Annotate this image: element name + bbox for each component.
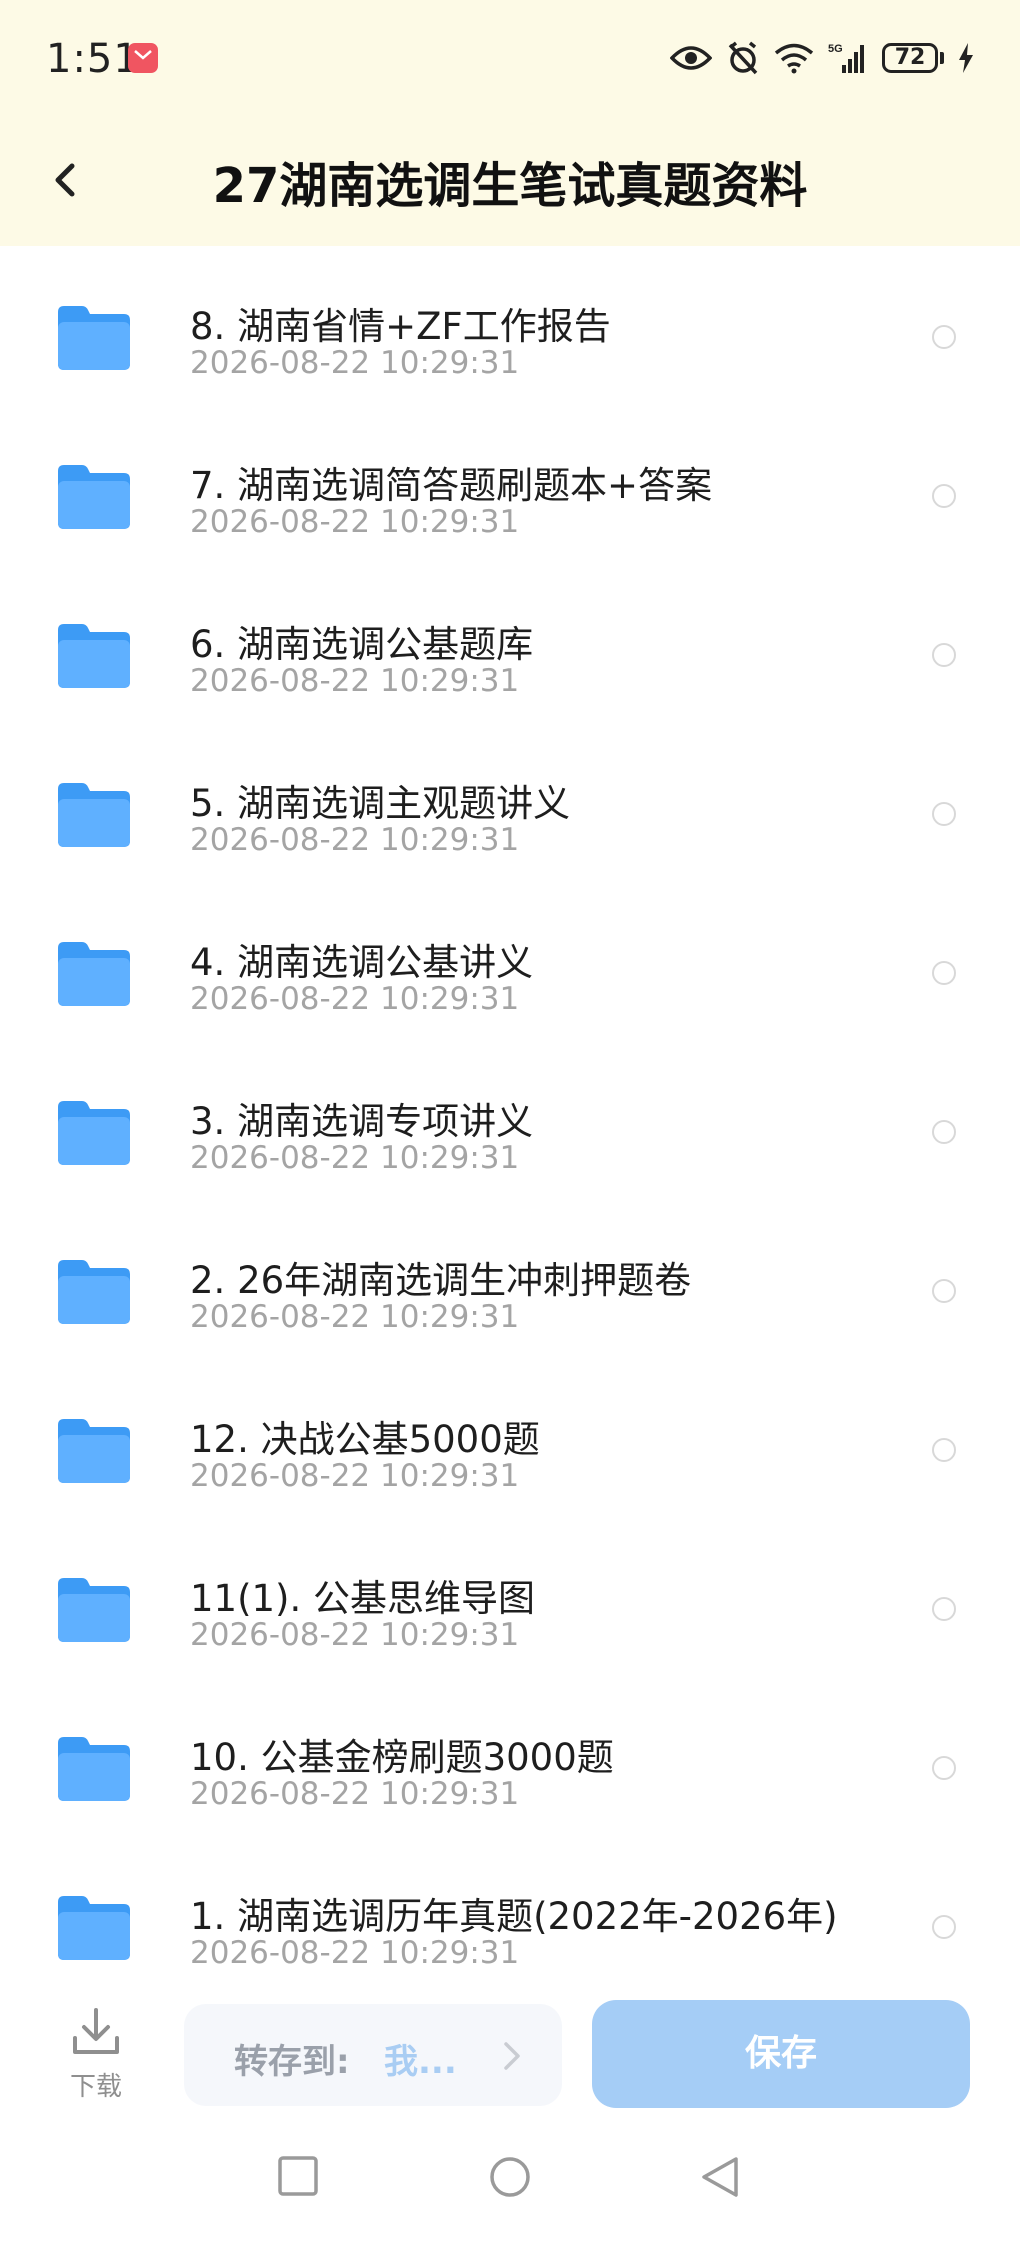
status-icons: 5G 72 xyxy=(670,38,974,78)
battery-icon: 72 xyxy=(882,43,944,73)
status-time: 1:51 xyxy=(46,36,140,82)
file-name: 5. 湖南选调主观题讲义 xyxy=(190,782,571,825)
folder-icon xyxy=(58,624,130,688)
file-name: 12. 决战公基5000题 xyxy=(190,1418,540,1461)
file-date: 2026-08-22 10:29:31 xyxy=(190,1140,520,1176)
select-radio[interactable] xyxy=(932,961,956,985)
file-date: 2026-08-22 10:29:31 xyxy=(190,822,520,858)
file-name: 4. 湖南选调公基讲义 xyxy=(190,941,534,984)
list-item[interactable]: 8. 湖南省情+ZF工作报告 2026-08-22 10:29:31 xyxy=(0,246,1020,405)
select-radio[interactable] xyxy=(932,1120,956,1144)
alarm-off-icon xyxy=(726,41,760,75)
select-radio[interactable] xyxy=(932,1597,956,1621)
list-item[interactable]: 11(1). 公基思维导图 2026-08-22 10:29:31 xyxy=(0,1518,1020,1677)
eye-icon xyxy=(670,44,712,72)
file-name: 2. 26年湖南选调生冲刺押题卷 xyxy=(190,1259,692,1302)
recent-apps-icon[interactable] xyxy=(278,2156,318,2196)
file-name: 11(1). 公基思维导图 xyxy=(190,1577,536,1620)
svg-text:5G: 5G xyxy=(828,43,843,55)
chevron-right-icon xyxy=(504,2042,520,2070)
list-item[interactable]: 7. 湖南选调简答题刷题本+答案 2026-08-22 10:29:31 xyxy=(0,405,1020,564)
folder-icon xyxy=(58,1260,130,1324)
select-radio[interactable] xyxy=(932,1915,956,1939)
select-radio[interactable] xyxy=(932,643,956,667)
file-date: 2026-08-22 10:29:31 xyxy=(190,504,520,540)
battery-level: 72 xyxy=(882,43,938,73)
folder-icon xyxy=(58,1737,130,1801)
file-name: 6. 湖南选调公基题库 xyxy=(190,623,534,666)
notification-app-icon xyxy=(128,43,158,73)
back-nav-icon[interactable] xyxy=(700,2156,740,2198)
system-nav-bar xyxy=(0,2126,1020,2250)
file-name: 3. 湖南选调专项讲义 xyxy=(190,1100,534,1143)
file-name: 10. 公基金榜刷题3000题 xyxy=(190,1736,614,1779)
status-bar: 1:51 5G 72 xyxy=(0,0,1020,120)
file-date: 2026-08-22 10:29:31 xyxy=(190,1935,520,1971)
list-item[interactable]: 6. 湖南选调公基题库 2026-08-22 10:29:31 xyxy=(0,564,1020,723)
folder-icon xyxy=(58,1101,130,1165)
save-to-label: 转存到: xyxy=(234,2042,350,2082)
file-list: 8. 湖南省情+ZF工作报告 2026-08-22 10:29:31 7. 湖南… xyxy=(0,246,1020,1986)
file-name: 1. 湖南选调历年真题(2022年-2026年) xyxy=(190,1895,838,1938)
file-date: 2026-08-22 10:29:31 xyxy=(190,1617,520,1653)
download-icon xyxy=(73,2008,119,2054)
folder-icon xyxy=(58,1896,130,1960)
file-date: 2026-08-22 10:29:31 xyxy=(190,1458,520,1494)
list-item[interactable]: 10. 公基金榜刷题3000题 2026-08-22 10:29:31 xyxy=(0,1677,1020,1836)
file-name: 8. 湖南省情+ZF工作报告 xyxy=(190,305,611,348)
charging-icon xyxy=(958,43,974,73)
home-icon[interactable] xyxy=(489,2156,531,2198)
select-radio[interactable] xyxy=(932,802,956,826)
file-date: 2026-08-22 10:29:31 xyxy=(190,1299,520,1335)
bottom-action-bar: 下载 转存到: 我... 保存 xyxy=(0,1986,1020,2126)
file-date: 2026-08-22 10:29:31 xyxy=(190,663,520,699)
header: 27湖南选调生笔试真题资料 xyxy=(0,120,1020,246)
list-item[interactable]: 5. 湖南选调主观题讲义 2026-08-22 10:29:31 xyxy=(0,723,1020,882)
folder-icon xyxy=(58,1419,130,1483)
select-radio[interactable] xyxy=(932,1279,956,1303)
list-item[interactable]: 3. 湖南选调专项讲义 2026-08-22 10:29:31 xyxy=(0,1041,1020,1200)
save-to-selector[interactable]: 转存到: 我... xyxy=(184,2004,562,2106)
list-item[interactable]: 2. 26年湖南选调生冲刺押题卷 2026-08-22 10:29:31 xyxy=(0,1200,1020,1359)
select-radio[interactable] xyxy=(932,1438,956,1462)
download-button[interactable]: 下载 xyxy=(60,2006,132,2103)
list-item[interactable]: 1. 湖南选调历年真题(2022年-2026年) 2026-08-22 10:2… xyxy=(0,1836,1020,1986)
file-date: 2026-08-22 10:29:31 xyxy=(190,345,520,381)
cellular-signal-icon: 5G xyxy=(828,41,868,75)
page-title: 27湖南选调生笔试真题资料 xyxy=(212,158,808,214)
download-label: 下载 xyxy=(69,2072,122,2102)
file-name: 7. 湖南选调简答题刷题本+答案 xyxy=(190,464,713,507)
folder-icon xyxy=(58,465,130,529)
file-date: 2026-08-22 10:29:31 xyxy=(190,1776,520,1812)
wifi-icon xyxy=(774,42,814,74)
select-radio[interactable] xyxy=(932,1756,956,1780)
file-date: 2026-08-22 10:29:31 xyxy=(190,981,520,1017)
folder-icon xyxy=(58,1578,130,1642)
save-to-folder: 我... xyxy=(384,2042,457,2082)
save-button[interactable]: 保存 xyxy=(592,2000,970,2108)
folder-icon xyxy=(58,306,130,370)
folder-icon xyxy=(58,942,130,1006)
list-item[interactable]: 12. 决战公基5000题 2026-08-22 10:29:31 xyxy=(0,1359,1020,1518)
folder-icon xyxy=(58,783,130,847)
list-item[interactable]: 4. 湖南选调公基讲义 2026-08-22 10:29:31 xyxy=(0,882,1020,1041)
select-radio[interactable] xyxy=(932,325,956,349)
select-radio[interactable] xyxy=(932,484,956,508)
